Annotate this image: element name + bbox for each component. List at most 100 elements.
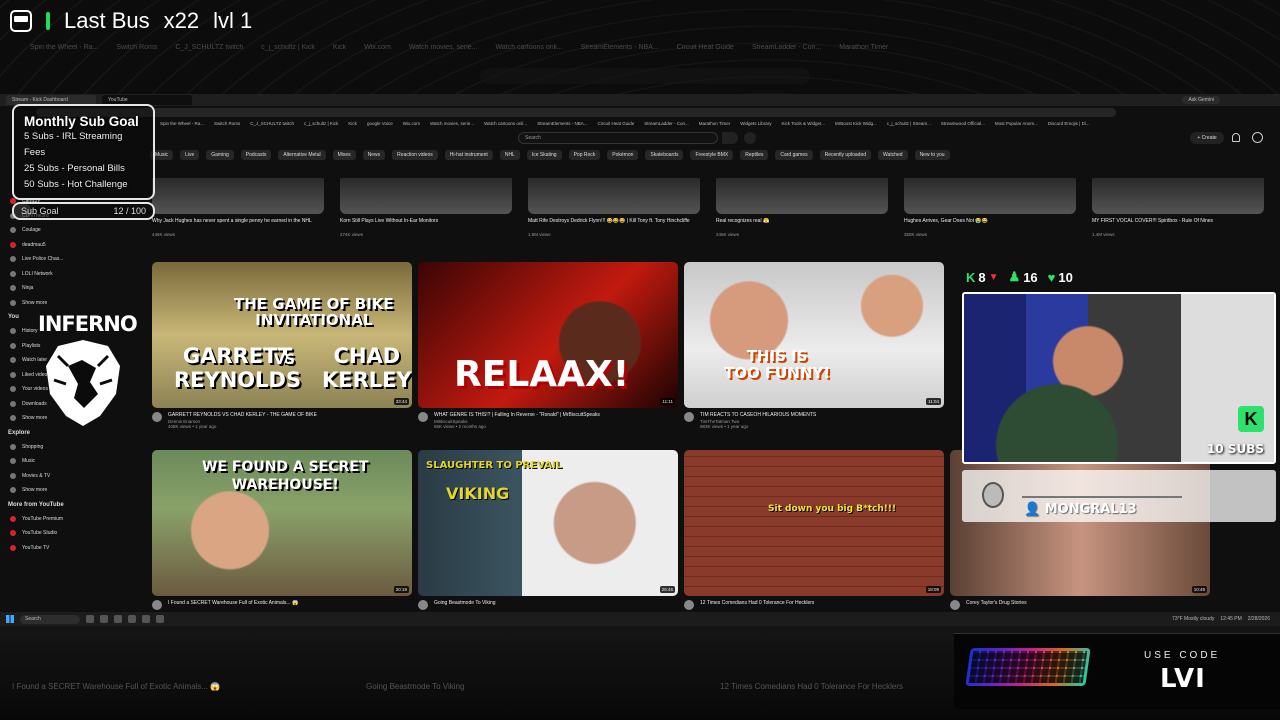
search-input[interactable]: Search — [518, 132, 718, 144]
video-card[interactable]: SLAUGHTER TO PREVAIL VIKING 26:45 Going … — [418, 450, 678, 610]
channel-avatar[interactable] — [152, 412, 162, 422]
video-title[interactable]: Real recognizes real 😤 — [716, 218, 888, 232]
chip-recent[interactable]: Recently uploaded — [819, 150, 872, 160]
video-card[interactable]: THIS IS TOO FUNNY! 11:04 TIM REACTS TO CA… — [684, 262, 944, 429]
app-icon[interactable] — [86, 615, 94, 623]
video-card[interactable]: Sit down you big B*tch!!! 18:09 12 Times… — [684, 450, 944, 610]
avatar[interactable] — [1252, 132, 1263, 143]
channel-avatar[interactable] — [950, 600, 960, 610]
bookmark-item[interactable]: Watch cartoons onli... — [484, 121, 527, 126]
search-icon[interactable] — [722, 132, 738, 144]
weather[interactable]: 73°F Mostly cloudy — [1172, 616, 1214, 622]
chip-skateboards[interactable]: Skateboards — [645, 150, 684, 160]
sidebar-item-tv[interactable]: YouTube TV — [0, 541, 130, 556]
chip-live[interactable]: Live — [180, 150, 200, 160]
bookmark-item[interactable]: MrBoost Kick Widg... — [835, 121, 877, 126]
chip-alt-metal[interactable]: Alternative Metal — [278, 150, 326, 160]
video-card[interactable]: THE GAME OF BIKE INVITATIONAL GARRETT REYN… — [152, 262, 412, 429]
video-thumbnail[interactable] — [904, 178, 1076, 214]
video-card[interactable]: MY FIRST VOCAL COVER!!! Spiritbox - Rule… — [1092, 178, 1264, 237]
video-card[interactable]: Real recognizes real 😤 246K views — [716, 178, 888, 237]
bookmark-item[interactable]: Widgets Library — [740, 121, 771, 126]
bookmark-item[interactable]: Most Popular Anom... — [995, 121, 1038, 126]
bookmark-item[interactable]: Streamwood Official... — [941, 121, 985, 126]
chip-reptiles[interactable]: Reptiles — [740, 150, 769, 160]
sidebar-item-sub[interactable]: Live Police Chas... — [0, 252, 130, 267]
bookmark-item[interactable]: StreamElements - NBA... — [537, 121, 587, 126]
video-title[interactable]: Matt Rife Destroys Dedrick Flynn!!! 😂😂😂 … — [528, 218, 700, 232]
mic-icon[interactable] — [744, 132, 756, 144]
channel-avatar[interactable] — [152, 600, 162, 610]
chip-gaming[interactable]: Gaming — [206, 150, 234, 160]
bookmark-item[interactable]: Marathon Timer — [699, 121, 731, 126]
chip-reaction[interactable]: Reaction videos — [392, 150, 438, 160]
bookmark-item[interactable]: Circuit Heat Guide — [597, 121, 634, 126]
channel-avatar[interactable] — [418, 600, 428, 610]
sidebar-item-sub[interactable]: Coulage — [0, 223, 130, 238]
sidebar-item-movies[interactable]: Movies & TV — [0, 469, 130, 484]
taskbar-search[interactable]: Search — [20, 614, 80, 624]
video-thumbnail[interactable]: SLAUGHTER TO PREVAIL VIKING 26:45 — [418, 450, 678, 596]
app-icon[interactable] — [100, 615, 108, 623]
sidebar-item-sub[interactable]: deadmau5 — [0, 238, 130, 253]
chip-new[interactable]: New to you — [914, 150, 950, 160]
video-title[interactable]: TIM REACTS TO CASEOH HILARIOUS MOMENTS — [700, 412, 816, 419]
video-thumbnail[interactable]: WE FOUND A SECRET WAREHOUSE! 20:19 — [152, 450, 412, 596]
sidebar-item-premium[interactable]: YouTube Premium — [0, 512, 130, 527]
bookmark-item[interactable]: Kick — [348, 121, 357, 126]
video-title[interactable]: Corey Taylor's Drug Stories — [966, 600, 1027, 607]
chip-podcasts[interactable]: Podcasts — [240, 150, 272, 160]
discord-icon[interactable] — [142, 615, 150, 623]
bookmark-item[interactable]: Watch movies, serie... — [430, 121, 474, 126]
folder-icon[interactable] — [114, 615, 122, 623]
chip-mixes[interactable]: Mixes — [332, 150, 356, 160]
video-thumbnail[interactable] — [1092, 178, 1264, 214]
bookmark-item[interactable]: Spin the Wheel - Ra... — [160, 121, 204, 126]
clock-time[interactable]: 12:45 PM — [1220, 616, 1241, 622]
video-title[interactable]: GARRETT REYNOLDS VS CHAD KERLEY - THE GA… — [168, 412, 317, 419]
video-thumbnail[interactable]: RELAAX! 11:11 — [418, 262, 678, 408]
bookmark-item[interactable]: StreamLadder - Con... — [644, 121, 689, 126]
sidebar-item-shopping[interactable]: Shopping — [0, 440, 130, 455]
bookmark-item[interactable]: c_j_schultz | Kick — [304, 121, 338, 126]
bookmark-item[interactable]: Kick Tools & Widget... — [782, 121, 825, 126]
video-card[interactable]: WE FOUND A SECRET WAREHOUSE! 20:19 I Foun… — [152, 450, 412, 610]
browser-icon[interactable] — [128, 615, 136, 623]
video-title[interactable]: I Found a SECRET Warehouse Full of Exoti… — [168, 600, 298, 607]
chip-nhl[interactable]: NHL — [499, 150, 520, 160]
spotify-icon[interactable] — [156, 615, 164, 623]
video-thumbnail[interactable] — [340, 178, 512, 214]
channel-avatar[interactable] — [418, 412, 428, 422]
video-title[interactable]: 12 Times Comedians Had 0 Tolerance For H… — [700, 600, 814, 607]
sidebar-item-sub[interactable]: Ninja — [0, 281, 130, 296]
sidebar-item-music[interactable]: Music — [0, 454, 130, 469]
bookmark-item[interactable]: Discord Emojis | Di... — [1048, 121, 1090, 126]
bookmark-item[interactable]: Wix.com — [403, 121, 420, 126]
bell-icon[interactable] — [1232, 133, 1240, 142]
bookmark-item[interactable]: C_J_SCHULTZ twitch — [250, 121, 294, 126]
chip-bmx[interactable]: Freestyle BMX — [690, 150, 734, 160]
sidebar-item-sub[interactable]: LOLI Network — [0, 267, 130, 282]
url-field[interactable] — [36, 107, 1116, 117]
create-button[interactable]: + Create — [1190, 132, 1224, 144]
bookmark-item[interactable]: c_j_schultz | Stream... — [887, 121, 931, 126]
sidebar-item-studio[interactable]: YouTube Studio — [0, 526, 130, 541]
chip-ice-skating[interactable]: Ice Skating — [526, 150, 562, 160]
video-thumbnail[interactable]: Sit down you big B*tch!!! 18:09 — [684, 450, 944, 596]
video-title[interactable]: WHAT GENRE IS THIS!? | Falling In Revers… — [434, 412, 600, 419]
video-card[interactable]: RELAAX! 11:11 WHAT GENRE IS THIS!? | Fal… — [418, 262, 678, 429]
windows-start-icon[interactable] — [6, 615, 14, 623]
video-title[interactable]: MY FIRST VOCAL COVER!!! Spiritbox - Rule… — [1092, 218, 1264, 232]
ask-gemini-button[interactable]: Ask Gemini — [1182, 96, 1220, 104]
chip-hihat[interactable]: Hi-hat instrument — [444, 150, 493, 160]
video-thumbnail[interactable]: THE GAME OF BIKE INVITATIONAL GARRETT REYN… — [152, 262, 412, 408]
video-card[interactable]: Why Jack Hughes has never spent a single… — [152, 178, 324, 237]
bookmark-item[interactable]: Switch Roms — [214, 121, 240, 126]
chip-news[interactable]: News — [362, 150, 386, 160]
video-title[interactable]: Korn Still Plays Live Without In-Ear Mon… — [340, 218, 512, 232]
channel-avatar[interactable] — [684, 600, 694, 610]
chip-watched[interactable]: Watched — [878, 150, 908, 160]
bookmark-item[interactable]: google Voice — [367, 121, 393, 126]
clock-date[interactable]: 2/28/2026 — [1248, 616, 1270, 622]
video-title[interactable]: Going Beastmode To Viking — [434, 600, 496, 607]
